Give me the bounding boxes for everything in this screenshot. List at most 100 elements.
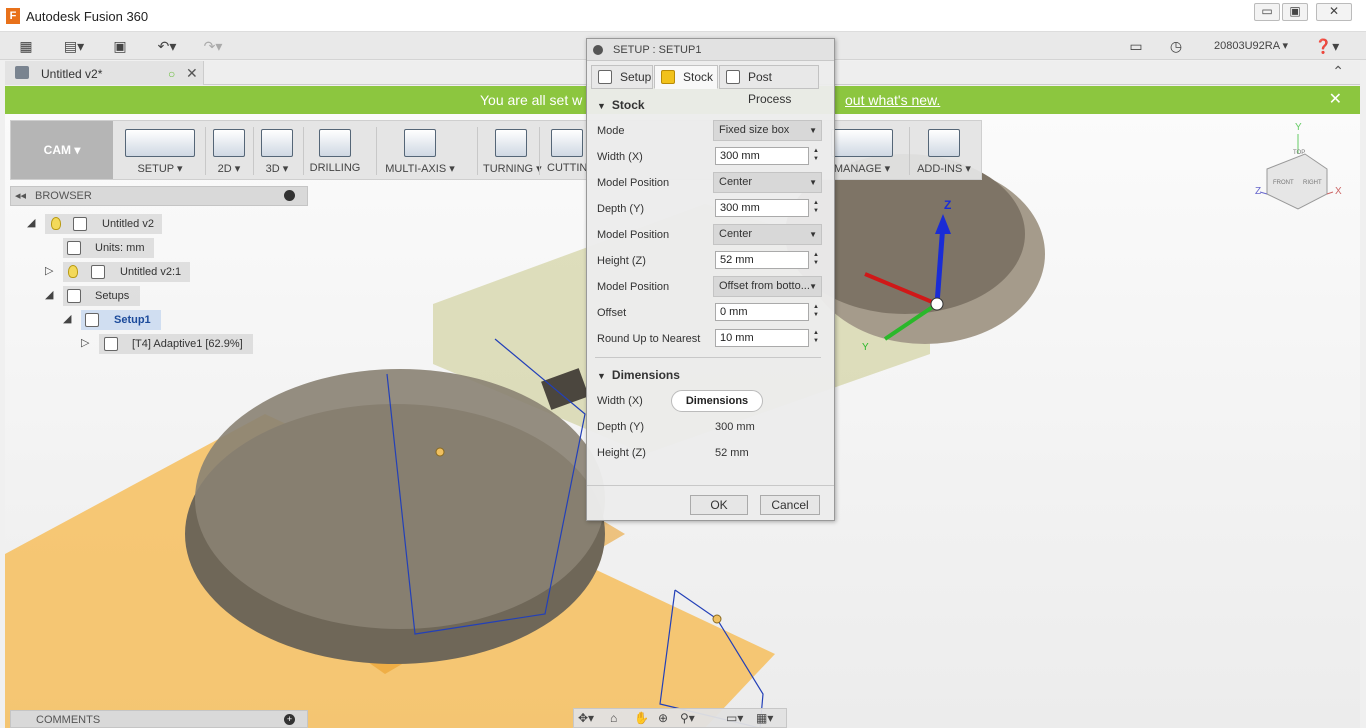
grid-settings-icon[interactable]: ▦▾ [756,711,773,725]
collapse-chevron-icon[interactable]: ⌃ [1332,63,1344,80]
3d-group[interactable]: 3D ▾ [257,125,297,177]
model-position-x-value: Center [719,176,753,188]
file-menu-icon[interactable]: ▤▾ [58,37,90,55]
component-icon [73,217,87,231]
zoom-icon[interactable]: ⊕ [658,711,668,725]
section-title: Stock [611,98,645,112]
cancel-button[interactable]: Cancel [760,495,820,515]
tab-stock[interactable]: Stock [654,65,718,89]
round-up-input[interactable]: 10 mm [715,329,809,347]
model-position-z-select[interactable]: Offset from botto... ▼ [713,276,822,297]
maximize-button[interactable]: ▣ [1282,3,1308,21]
post-process-tab-icon [726,70,740,84]
width-spinner[interactable]: ▲ ▼ [811,147,821,165]
comment-icon[interactable]: ▭ [1126,37,1146,55]
2d-label: 2D ▾ [217,163,241,175]
expand-triangle-icon[interactable]: ◢ [63,312,71,325]
width-input[interactable]: 300 mm [715,147,809,165]
banner-close-icon[interactable]: ✕ [1329,86,1342,114]
display-settings-icon[interactable]: ▭▾ [726,711,743,725]
apps-grid-icon[interactable]: ▦ [16,37,36,55]
dialog-header[interactable]: SETUP : SETUP1 [587,39,834,61]
undo-icon[interactable]: ↶▾ [150,37,184,55]
fit-zoom-icon[interactable]: ⚲▾ [680,711,695,725]
banner-text: You are all set w [480,92,583,108]
add-ins-icon [928,129,960,157]
tab-setup[interactable]: Setup [591,65,653,89]
user-account-menu[interactable]: 20803U92RA ▾ [1205,37,1297,55]
stock-tab-icon [661,70,675,84]
dialog-collapse-icon[interactable] [593,45,603,55]
toolbar-divider [539,127,540,175]
save-icon[interactable]: ▣ [110,37,130,55]
2d-group[interactable]: 2D ▾ [209,125,249,177]
expand-triangle-icon[interactable]: ▷ [81,336,89,349]
tab-post-process[interactable]: Post Process [719,65,819,106]
add-ins-group[interactable]: ADD-INS ▾ [917,125,971,177]
tree-item-adaptive1[interactable]: [T4] Adaptive1 [62.9%] [99,334,253,354]
triad-z-label: Z [944,198,952,212]
visibility-bulb-icon[interactable] [68,265,78,278]
add-ins-label: ADD-INS ▾ [917,163,971,175]
help-icon[interactable]: ❓▾ [1310,37,1344,55]
expand-triangle-icon[interactable]: ◢ [27,216,35,229]
mode-select[interactable]: Fixed size box ▼ [713,120,822,141]
drilling-label: DRILLING [309,162,361,174]
model-position-x-select[interactable]: Center ▼ [713,172,822,193]
model-position-x-label: Model Position [597,177,670,189]
mode-label: Mode [597,125,625,137]
document-tab[interactable]: Untitled v2* ○ ✕ [5,61,204,85]
app-title: Autodesk Fusion 360 [26,9,149,24]
units-icon [67,241,81,255]
look-at-icon[interactable]: ⌂ [610,711,617,725]
expand-triangle-icon[interactable]: ▷ [45,264,53,277]
workspace-switcher[interactable]: CAM ▾ [11,121,113,179]
history-clock-icon[interactable]: ◷ [1166,37,1186,55]
close-window-button[interactable]: ✕ [1316,3,1352,21]
expand-triangle-icon[interactable]: ◢ [45,288,53,301]
offset-input[interactable]: 0 mm [715,303,809,321]
pan-hand-icon[interactable]: ✋ [634,711,649,725]
redo-icon[interactable]: ↷▾ [196,37,230,55]
manage-group[interactable]: MANAGE ▾ [831,125,893,177]
toolpath-point [435,447,445,457]
tree-item-units[interactable]: Units: mm [63,238,154,258]
tree-item-setups[interactable]: Setups [63,286,140,306]
visibility-bulb-icon[interactable] [51,217,61,230]
toolbar-divider [303,127,304,175]
round-up-spinner[interactable]: ▲ ▼ [811,329,821,347]
tree-item-body[interactable]: Untitled v2:1 [63,262,190,282]
tree-item-label: Units: mm [95,242,145,254]
browser-header[interactable]: ◂◂ BROWSER [10,186,308,206]
viewcube-y-axis-label: Y [1295,122,1302,133]
ok-button[interactable]: OK [690,495,748,515]
banner-link[interactable]: out what's new. [845,86,940,114]
triad-origin[interactable] [930,297,944,311]
setup-group[interactable]: SETUP ▾ [117,125,203,177]
multi-axis-group[interactable]: MULTI-AXIS ▾ [385,125,455,177]
height-input[interactable]: 52 mm [715,251,809,269]
collapse-arrow-icon[interactable]: ◂◂ [15,189,26,202]
tree-item-setup1[interactable]: Setup1 [81,310,161,330]
comments-panel[interactable]: COMMENTS + [10,710,308,728]
depth-spinner[interactable]: ▲ ▼ [811,199,821,217]
offset-spinner[interactable]: ▲ ▼ [811,303,821,321]
setup-icon [85,313,99,327]
minimize-button[interactable]: ▭ [1254,3,1280,21]
drilling-group[interactable]: DRILLING [309,125,361,177]
close-tab-icon[interactable]: ✕ [186,65,198,82]
depth-input[interactable]: 300 mm [715,199,809,217]
turning-group[interactable]: TURNING ▾ [483,125,542,177]
browser-options-icon[interactable] [284,190,295,201]
cutting-group[interactable]: CUTTIN [547,125,587,177]
toolbar-divider [909,127,910,175]
height-spinner[interactable]: ▲ ▼ [811,251,821,269]
stock-section-header[interactable]: ▼ Stock [597,98,645,112]
model-position-y-select[interactable]: Center ▼ [713,224,822,245]
dimensions-section-header[interactable]: ▼ Dimensions [597,368,680,382]
setup-tab-icon [598,70,612,84]
add-comment-icon[interactable]: + [284,714,295,725]
orbit-icon[interactable]: ✥▾ [578,711,594,725]
tree-item-root[interactable]: Untitled v2 [45,214,162,234]
setup-icon [125,129,195,157]
